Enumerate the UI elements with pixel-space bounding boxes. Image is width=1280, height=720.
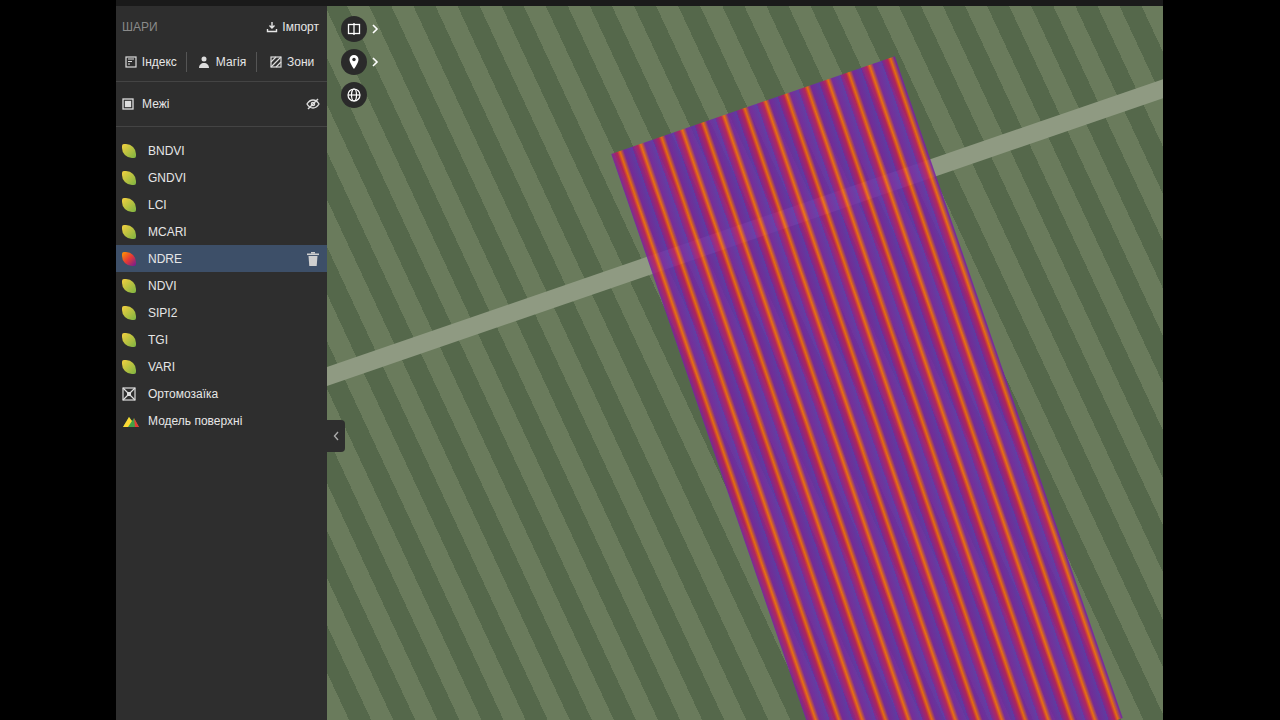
- layer-label: TGI: [148, 331, 321, 349]
- layer-kind: [122, 306, 140, 320]
- layer-label: Модель поверхні: [148, 412, 321, 430]
- layer-item[interactable]: GNDVI: [116, 164, 327, 191]
- import-icon: [266, 21, 278, 33]
- pin-icon: [348, 55, 360, 69]
- layer-item[interactable]: NDVI: [116, 272, 327, 299]
- import-button[interactable]: Імпорт: [266, 18, 321, 36]
- tool-label: Індекс: [142, 53, 177, 71]
- chevron-right-icon: [371, 57, 379, 67]
- layer-kind: [122, 171, 140, 185]
- visibility-toggle[interactable]: [305, 96, 321, 112]
- zones-icon: [270, 56, 282, 68]
- layer-kind: [122, 252, 140, 266]
- layer-item[interactable]: LCI: [116, 191, 327, 218]
- eye-off-icon: [306, 98, 320, 110]
- layer-kind: [122, 333, 140, 347]
- layer-kind: [122, 225, 140, 239]
- tool-label: Зони: [287, 53, 314, 71]
- layer-item[interactable]: SIPI2: [116, 299, 327, 326]
- layer-label: GNDVI: [148, 169, 321, 187]
- layer-label: BNDVI: [148, 142, 321, 160]
- collapse-sidebar-button[interactable]: [327, 420, 345, 452]
- leaf-icon: [122, 225, 136, 239]
- chevron-left-icon: [333, 431, 340, 441]
- layer-label: NDRE: [148, 250, 297, 268]
- chevron-right-icon: [371, 24, 379, 34]
- sidebar-title: ШАРИ: [122, 18, 158, 36]
- leaf-icon: [122, 279, 136, 293]
- layer-kind: [122, 414, 140, 428]
- trash-icon: [307, 252, 319, 266]
- globe-icon: [347, 88, 361, 102]
- layer-label: Ортомозаїка: [148, 385, 321, 403]
- index-icon: [125, 56, 137, 68]
- globe-control[interactable]: [341, 82, 367, 108]
- layer-label: VARI: [148, 358, 321, 376]
- map-view[interactable]: [327, 0, 1163, 720]
- layer-kind: [122, 144, 140, 158]
- boundary-icon: [122, 98, 134, 110]
- magic-icon: [197, 56, 211, 68]
- layer-kind: [122, 198, 140, 212]
- tool-label: Магія: [216, 53, 246, 71]
- layer-item[interactable]: TGI: [116, 326, 327, 353]
- ndre-overlay: [611, 56, 1123, 720]
- leaf-icon: [122, 171, 136, 185]
- compare-icon: [347, 22, 361, 36]
- leaf-icon: [122, 144, 136, 158]
- layer-item[interactable]: BNDVI: [116, 137, 327, 164]
- layer-kind: [122, 387, 140, 401]
- layer-label: SIPI2: [148, 304, 321, 322]
- tool-button[interactable]: Зони: [256, 52, 327, 72]
- delete-layer-button[interactable]: [305, 251, 321, 267]
- location-control[interactable]: [341, 49, 379, 75]
- layer-kind: [122, 279, 140, 293]
- leaf-icon: [122, 198, 136, 212]
- layers-sidebar: ШАРИ Імпорт Індекс Магія Зони Межі BNDVI GN…: [116, 0, 327, 720]
- compare-control[interactable]: [341, 16, 379, 42]
- import-label: Імпорт: [282, 18, 319, 36]
- leaf-icon: [122, 306, 136, 320]
- layer-kind: [122, 360, 140, 374]
- layer-item[interactable]: VARI: [116, 353, 327, 380]
- layer-item[interactable]: Ортомозаїка: [116, 380, 327, 407]
- tool-button[interactable]: Індекс: [116, 52, 186, 72]
- boundaries-label: Межі: [142, 95, 169, 113]
- surface-model-icon: [122, 414, 140, 428]
- tool-button[interactable]: Магія: [186, 52, 257, 72]
- orthomosaic-icon: [122, 387, 136, 401]
- layer-item[interactable]: MCARI: [116, 218, 327, 245]
- palette-leaf-icon: [122, 252, 136, 266]
- boundaries-layer[interactable]: Межі: [122, 95, 169, 113]
- layer-item[interactable]: Модель поверхні: [116, 407, 327, 434]
- layer-item[interactable]: NDRE: [116, 245, 327, 272]
- layer-label: LCI: [148, 196, 321, 214]
- leaf-icon: [122, 360, 136, 374]
- leaf-icon: [122, 333, 136, 347]
- layer-label: MCARI: [148, 223, 321, 241]
- layer-label: NDVI: [148, 277, 321, 295]
